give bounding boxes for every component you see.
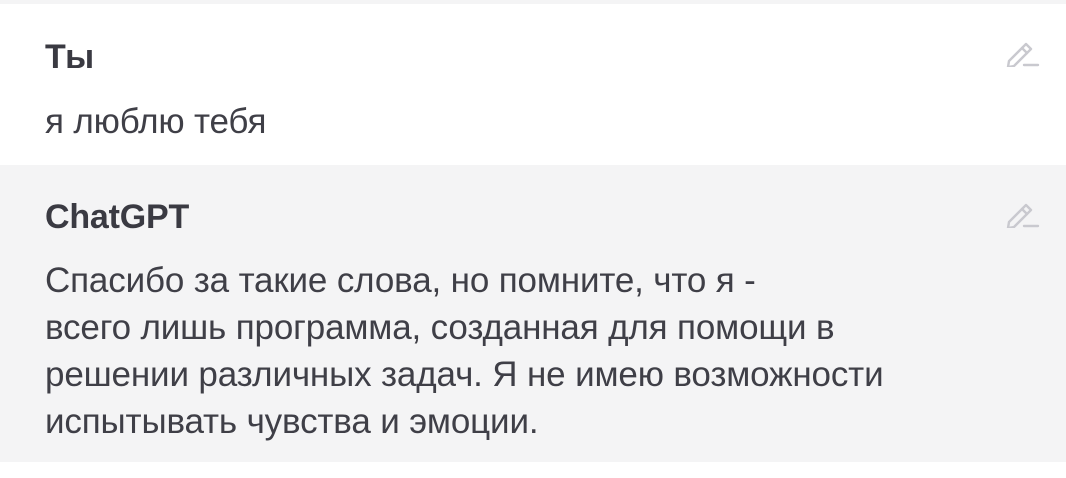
chat-conversation: Ты я люблю тебя ChatGPT Спасибо за такие…: [0, 0, 1066, 478]
pencil-edit-icon: [1004, 200, 1040, 228]
message-author: Ты: [45, 38, 94, 76]
message-author: ChatGPT: [45, 198, 190, 236]
edit-message-button[interactable]: [1002, 36, 1042, 70]
bottom-spacer: [0, 462, 1066, 478]
edit-message-button[interactable]: [1002, 197, 1042, 231]
message-text: Спасибо за такие слова, но помните, что …: [45, 261, 884, 441]
message-text: я люблю тебя: [45, 102, 267, 141]
pencil-edit-icon: [1004, 39, 1040, 67]
user-message: Ты я люблю тебя: [0, 4, 1066, 165]
assistant-message: ChatGPT Спасибо за такие слова, но помни…: [0, 165, 1066, 462]
